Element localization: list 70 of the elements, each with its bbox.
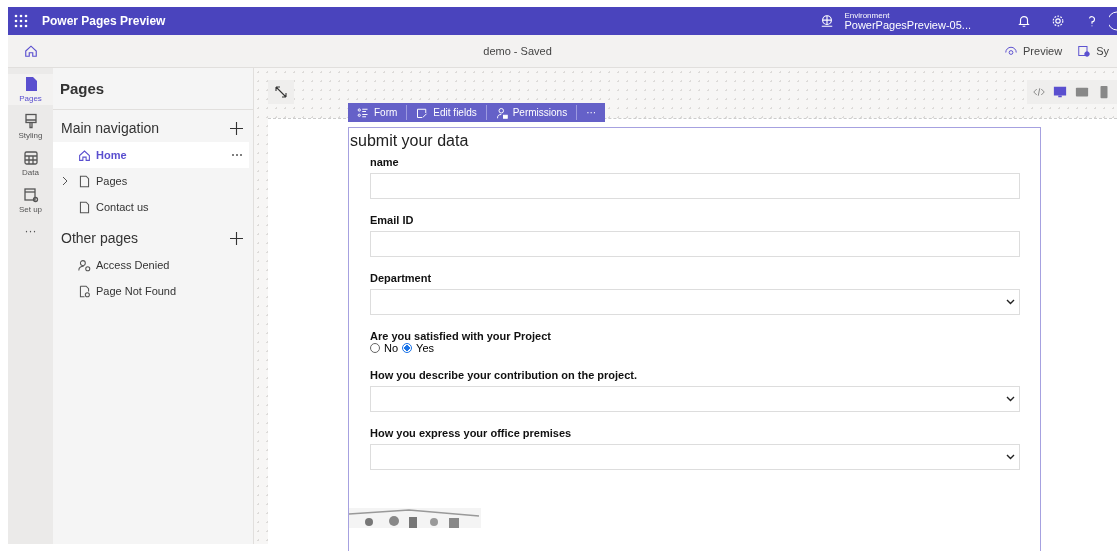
radio-button[interactable] [370,343,380,353]
settings-icon[interactable] [1051,14,1065,28]
toolbar-button[interactable]: Permissions [486,105,578,120]
sync-button[interactable]: Sy [1070,45,1117,57]
section-title: Main navigation [61,120,160,136]
field-label: Department [370,272,433,284]
page-item[interactable]: Pages [53,168,249,194]
app-title: Power Pages Preview [42,14,167,28]
person-icon [78,258,91,272]
sync-icon [1078,45,1091,57]
edit-icon [416,106,429,119]
person-lock-icon [495,106,508,119]
field-label: name [370,156,400,168]
chevron-right-icon[interactable] [61,176,69,186]
page-item[interactable]: Contact us [53,194,249,220]
form-title: submit your data [349,131,470,150]
code-icon [1033,86,1045,98]
home-icon [78,148,91,162]
tablet-icon [1075,85,1089,99]
chevron-down-icon [1006,299,1015,305]
toolbar-button[interactable]: Form [348,105,408,120]
preview-button[interactable]: Preview [997,45,1071,57]
app-launcher-icon[interactable] [14,14,28,28]
radio-label: Yes [416,342,434,354]
add-icon[interactable] [230,121,243,135]
more-button[interactable]: ··· [8,222,53,240]
page-item[interactable]: Page Not Found [53,278,249,304]
field-label: Email ID [370,214,415,226]
radio-label: No [384,342,399,354]
home-icon[interactable] [24,44,38,58]
avatar-icon[interactable] [1109,11,1117,31]
globe-icon [820,14,835,28]
more-button[interactable]: ··· [577,105,606,120]
add-icon[interactable] [230,231,243,245]
toolbar-button[interactable]: Edit fields [407,105,487,120]
rail-tab[interactable]: Data [8,148,53,179]
rail-tab[interactable]: Set up [8,185,53,216]
dropdown-field[interactable] [370,444,1020,470]
document-status: demo - Saved [482,45,553,57]
dropdown-field[interactable] [370,386,1020,412]
list-icon [357,106,369,119]
field-label: How you describe your contribution on the project. [370,369,639,381]
paint-brush-icon [22,113,39,129]
page-icon [78,284,91,298]
field-label: Are you satisfied with your Project [370,330,552,342]
dropdown-field[interactable] [370,289,1020,315]
input-field[interactable] [370,231,1020,257]
radio-button[interactable] [402,343,413,353]
page-icon [78,174,91,188]
bell-icon[interactable] [1017,14,1031,28]
input-field[interactable] [370,173,1020,199]
desktop-icon [1053,85,1067,99]
chevron-down-icon [1006,454,1015,460]
page-item[interactable]: Access Denied [53,252,249,278]
expand-icon [275,86,287,98]
environment-name[interactable]: PowerPagesPreview-05... [844,19,971,31]
environment-label: Environment [844,11,891,20]
rail-tab[interactable]: Pages [8,74,53,105]
chevron-down-icon [1006,396,1015,402]
eye-icon [1005,45,1018,57]
field-label: How you express your office premises [370,427,573,439]
rail-tab[interactable]: Styling [8,111,53,142]
page-item[interactable]: Home [53,142,249,168]
section-title: Other pages [61,230,139,246]
expand-button[interactable] [268,80,294,104]
settings-window-icon [22,187,39,203]
page-icon [78,200,91,214]
table-icon [22,150,39,166]
more-icon[interactable] [231,153,243,157]
panel-title: Pages [53,68,253,110]
